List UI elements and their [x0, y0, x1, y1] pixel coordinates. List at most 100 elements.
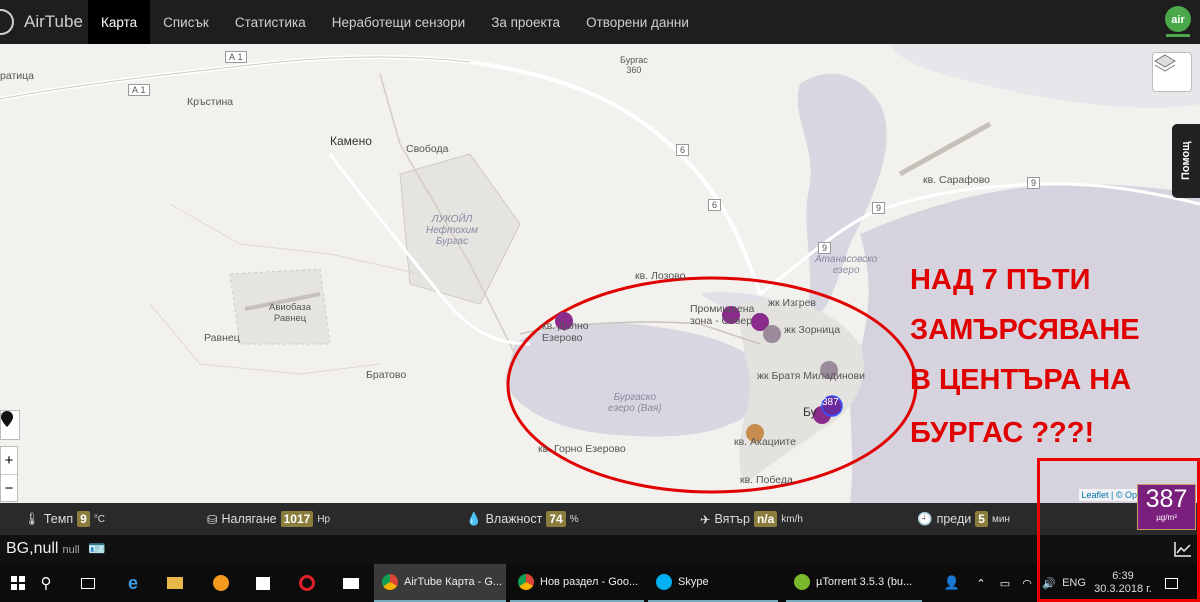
people-button[interactable]: 👤 — [942, 564, 962, 602]
taskbar-task-chrome-newtab[interactable]: Нов раздел - Goo... — [510, 564, 644, 602]
air-bulgaria-logo[interactable]: air — [1162, 4, 1194, 40]
place-label: кв. Акациите — [734, 436, 796, 448]
sensor-marker-value[interactable]: 387 — [822, 397, 839, 408]
place-label: Бу — [803, 405, 817, 419]
nav-item-statistics[interactable]: Статистика — [222, 0, 319, 44]
pressure-label: Налягане — [221, 512, 277, 526]
place-label: Бургас 360 — [620, 55, 648, 75]
pm-unit: µg/m³ — [1156, 513, 1177, 522]
chart-icon[interactable] — [1174, 541, 1192, 557]
edge-button[interactable]: e — [118, 564, 148, 602]
edge-icon: e — [127, 572, 138, 593]
search-icon: ⚲ — [40, 575, 52, 592]
nav-item-about[interactable]: За проекта — [478, 0, 573, 44]
clock[interactable]: 6:39 30.3.2018 г. — [1094, 564, 1152, 602]
nav-menu: Карта Списък Статистика Неработещи сензо… — [88, 0, 702, 44]
show-hidden-icons-button[interactable]: ⌃ — [972, 564, 990, 602]
skype-icon — [656, 574, 672, 590]
sensor-info-bar: BG,null null 🪪 — [0, 535, 1200, 564]
place-label: Промишлена зона - Север — [690, 303, 755, 327]
network-icon: ▭ — [999, 577, 1011, 590]
place-label: Атанасовско езеро — [815, 254, 878, 276]
layers-button[interactable] — [1152, 52, 1192, 92]
humidity-value: 74 — [546, 511, 566, 527]
nav-item-map[interactable]: Карта — [88, 0, 151, 44]
age-label: преди — [936, 512, 972, 526]
temp-unit: °C — [93, 513, 106, 525]
place-label: Свобода — [406, 143, 449, 155]
zoom-in-button[interactable]: + — [1, 447, 17, 474]
zoom-out-button[interactable]: − — [1, 474, 17, 501]
wind-value: n/a — [753, 511, 778, 527]
app-button[interactable] — [206, 564, 236, 602]
chevron-up-icon: ⌃ — [976, 577, 986, 590]
annotation-line: В ЦЕНТЪРА НА — [910, 364, 1132, 396]
action-center-button[interactable] — [1160, 564, 1182, 602]
map-view[interactable]: А 1 А 1 6 6 9 9 9 ратица Кръстина Камено… — [0, 44, 1200, 503]
plane-icon: ✈ — [700, 512, 711, 527]
place-label: ратица — [0, 70, 34, 82]
zoom-control: + − — [0, 446, 18, 502]
mail-icon — [343, 577, 359, 589]
road-shield-6: 6 — [708, 199, 722, 211]
help-tab[interactable]: Помощ — [1172, 124, 1200, 198]
road-shield-9: 9 — [872, 202, 886, 214]
nav-item-broken-sensors[interactable]: Неработещи сензори — [319, 0, 478, 44]
opera-button[interactable] — [292, 564, 322, 602]
windows-logo-icon — [11, 576, 25, 590]
humidity-stat: 💧 Влажност 74 % — [466, 503, 579, 535]
temp-stat: 🌡 Темп 9 °C — [24, 503, 105, 535]
attribution-link[interactable]: Leaflet | © Op — [1082, 490, 1138, 500]
network-status[interactable]: ▭ — [996, 564, 1014, 602]
taskbar-task-skype[interactable]: Skype — [648, 564, 778, 602]
task-label: AirTube Карта - G... — [404, 576, 503, 588]
volume-button[interactable]: 🔊 — [1040, 564, 1058, 602]
humidity-label: Влажност — [485, 512, 543, 526]
app-icon — [213, 575, 229, 591]
pressure-value: 1017 — [280, 511, 314, 527]
folder-icon — [167, 577, 183, 589]
place-label: Камено — [330, 134, 372, 148]
opera-icon — [299, 575, 315, 591]
search-button[interactable]: ⚲ — [36, 564, 56, 602]
place-label: Кръстина — [187, 96, 234, 108]
road-shield-a1: А 1 — [225, 51, 247, 63]
store-icon — [256, 576, 270, 590]
place-label: жк Братя Миладинови — [757, 370, 865, 382]
nav-item-list[interactable]: Списък — [150, 0, 222, 44]
road-shield-9: 9 — [1027, 177, 1041, 189]
utorrent-icon — [794, 574, 810, 590]
taskbar-task-chrome-airtube[interactable]: AirTube Карта - G... — [374, 564, 506, 602]
task-view-button[interactable] — [74, 564, 102, 602]
mail-button[interactable] — [336, 564, 366, 602]
notifications-icon — [1164, 577, 1178, 589]
taskbar-task-utorrent[interactable]: µTorrent 3.5.3 (bu... — [786, 564, 922, 602]
age-unit: мин — [991, 513, 1010, 525]
id-card-icon[interactable]: 🪪 — [88, 540, 105, 556]
pressure-stat: ⛁ Налягане 1017 Hp — [207, 503, 330, 535]
task-label: Skype — [678, 576, 709, 588]
brand[interactable]: AirTube — [0, 0, 83, 44]
wifi-status[interactable]: ◠ — [1018, 564, 1036, 602]
place-label: Равнец — [204, 332, 240, 344]
language-indicator[interactable]: ENG — [1060, 564, 1088, 602]
clock-time: 6:39 — [1112, 570, 1134, 582]
nav-item-open-data[interactable]: Отворени данни — [573, 0, 702, 44]
windows-taskbar: ⚲ e AirTube Карта - G... Нов раздел - Go… — [0, 564, 1200, 602]
chrome-icon — [518, 574, 534, 590]
droplet-icon: 💧 — [466, 511, 482, 526]
map-attribution[interactable]: Leaflet | © Op — [1078, 489, 1140, 501]
place-label: кв. Сарафово — [923, 174, 991, 186]
sensor-title: BG,null null 🪪 — [6, 540, 105, 558]
locate-button[interactable] — [0, 410, 20, 440]
sensor-name: BG,null — [6, 540, 59, 557]
store-button[interactable] — [248, 564, 278, 602]
annotation-line: БУРГАС ???! — [910, 417, 1095, 449]
file-explorer-button[interactable] — [160, 564, 190, 602]
place-label: ЛУКОЙЛ Нефтохим Бургас — [426, 214, 479, 247]
top-navbar: AirTube Карта Списък Статистика Неработе… — [0, 0, 1200, 44]
sensor-status-bar: 🌡 Темп 9 °C ⛁ Налягане 1017 Hp 💧 Влажнос… — [0, 503, 1200, 535]
windows-start-button[interactable] — [0, 564, 36, 602]
place-label: кв. Победа — [740, 474, 793, 486]
svg-text:air: air — [1171, 14, 1185, 26]
